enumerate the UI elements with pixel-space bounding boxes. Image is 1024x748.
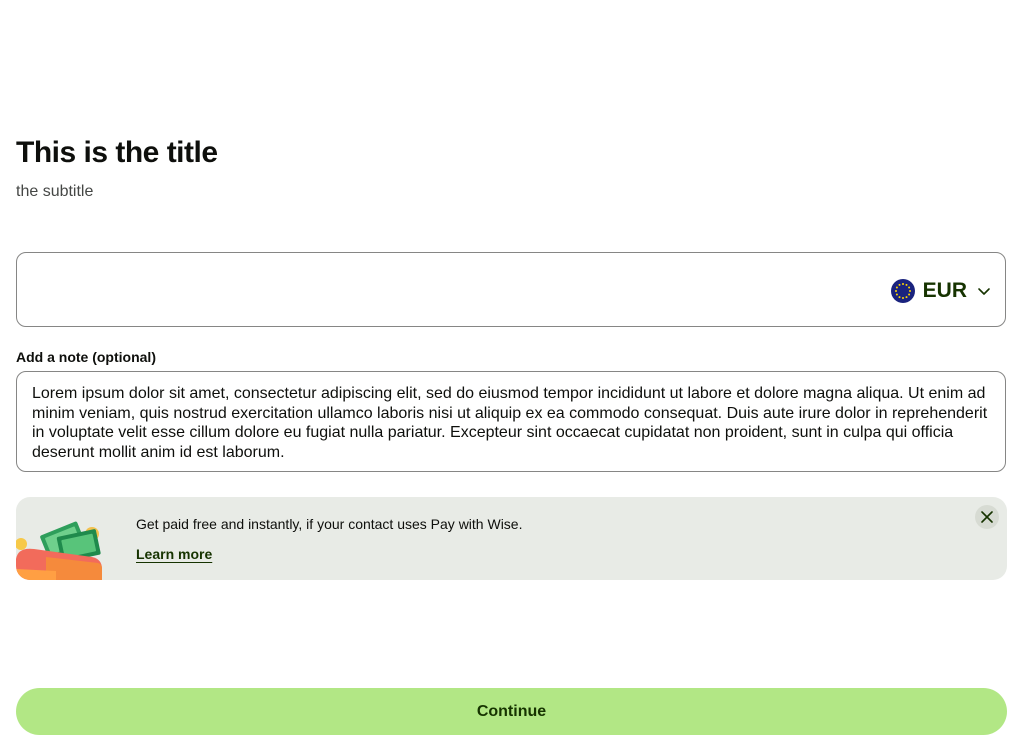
- eu-flag-icon: [890, 279, 915, 303]
- wallet-cash-illustration: [16, 521, 102, 580]
- continue-button[interactable]: Continue: [16, 688, 1007, 735]
- learn-more-link[interactable]: Learn more: [136, 546, 212, 562]
- amount-field[interactable]: EUR: [16, 252, 1006, 327]
- page-title: This is the title: [16, 136, 218, 169]
- note-textarea[interactable]: Lorem ipsum dolor sit amet, consectetur …: [16, 371, 1006, 472]
- note-label: Add a note (optional): [16, 349, 156, 365]
- promo-text: Get paid free and instantly, if your con…: [136, 516, 523, 532]
- amount-input[interactable]: [31, 271, 875, 311]
- chevron-down-icon: [978, 288, 990, 295]
- close-promo-button[interactable]: [975, 505, 999, 529]
- close-icon: [981, 511, 993, 523]
- currency-code: EUR: [922, 279, 967, 302]
- currency-selector[interactable]: EUR: [890, 277, 991, 305]
- promo-banner: Get paid free and instantly, if your con…: [16, 497, 1007, 580]
- page-subtitle: the subtitle: [16, 183, 94, 200]
